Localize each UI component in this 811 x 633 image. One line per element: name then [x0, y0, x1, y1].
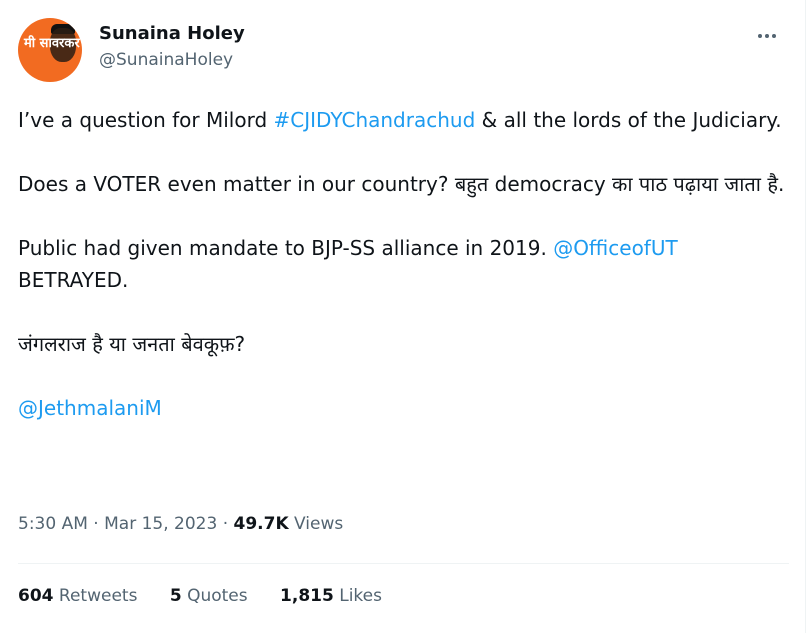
retweets-count: 604 — [18, 586, 54, 606]
tweet-text: I’ve a question for Milord #CJIDYChandra… — [18, 104, 788, 456]
text-segment: I’ve a question for Milord — [18, 108, 274, 132]
divider — [18, 563, 789, 564]
mention-link[interactable]: @OfficeofUT — [553, 236, 678, 260]
text-segment: & all the lords of the Judiciary. — [475, 108, 782, 132]
tweet-paragraph-5: @JethmalaniM — [18, 392, 788, 424]
tweet-time[interactable]: 5:30 AM — [18, 514, 88, 534]
views-count: 49.7K — [233, 514, 289, 534]
author-handle[interactable]: @SunainaHoley — [99, 50, 233, 70]
quotes-count: 5 — [169, 586, 182, 606]
mention-link[interactable]: @JethmalaniM — [18, 396, 162, 420]
tweet-date[interactable]: Mar 15, 2023 — [104, 514, 217, 534]
avatar[interactable]: मी सावरकर — [18, 18, 82, 82]
tweet-paragraph-1: I’ve a question for Milord #CJIDYChandra… — [18, 104, 788, 136]
quotes-stat[interactable]: 5 Quotes — [170, 586, 248, 606]
more-options-button[interactable] — [756, 26, 778, 46]
meta-separator: · — [217, 514, 234, 534]
likes-stat[interactable]: 1,815 Likes — [280, 586, 382, 606]
tweet-paragraph-2: Does a VOTER even matter in our country?… — [18, 172, 785, 196]
retweets-stat[interactable]: 604 Retweets — [18, 586, 137, 606]
tweet-paragraph-4: जंगलराज है या जनता बेवकूफ़? — [18, 332, 246, 356]
text-segment: BETRAYED. — [18, 268, 129, 292]
meta-separator: · — [87, 514, 105, 534]
more-horizontal-icon — [765, 34, 769, 38]
avatar-text: मी सावरकर — [24, 36, 80, 51]
tweet-paragraph-3: Public had given mandate to BJP-SS allia… — [18, 232, 788, 296]
retweets-label: Retweets — [53, 586, 138, 606]
tweet-meta: 5:30 AM · Mar 15, 2023 · 49.7K Views — [18, 514, 343, 534]
text-segment: Public had given mandate to BJP-SS allia… — [18, 236, 554, 260]
likes-count: 1,815 — [280, 586, 334, 606]
hashtag-link[interactable]: #CJIDYChandrachud — [274, 108, 476, 132]
views-label: Views — [288, 514, 344, 534]
author-name[interactable]: Sunaina Holey — [99, 23, 245, 44]
likes-label: Likes — [333, 586, 382, 606]
quotes-label: Quotes — [181, 586, 248, 606]
more-horizontal-icon — [772, 34, 776, 38]
tweet-card: मी सावरकर Sunaina Holey @SunainaHoley I’… — [0, 0, 806, 633]
more-horizontal-icon — [758, 34, 762, 38]
tweet-stats: 604 Retweets 5 Quotes 1,815 Likes — [18, 586, 409, 606]
